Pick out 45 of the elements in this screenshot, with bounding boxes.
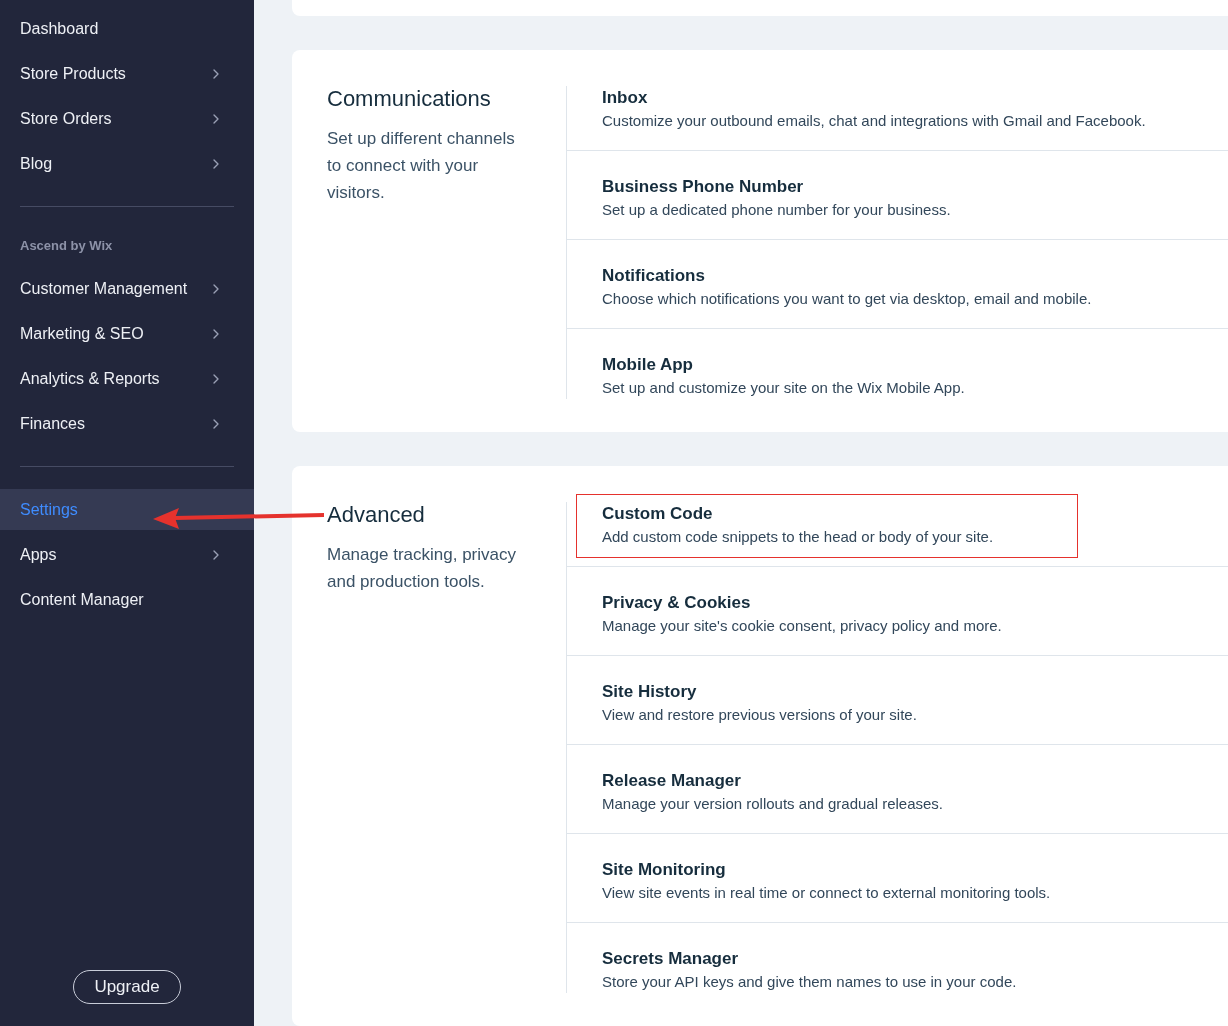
- sidebar-item[interactable]: Dashboard: [0, 8, 254, 49]
- sidebar-item[interactable]: Marketing & SEO: [0, 313, 254, 354]
- settings-row[interactable]: Site History View and restore previous versions of your site.: [567, 680, 1228, 726]
- settings-row[interactable]: Business Phone Number Set up a dedicated phone number for your business.: [567, 175, 1228, 221]
- row-title: Release Manager: [602, 770, 742, 792]
- row-description: Store your API keys and give them names to use in your code.: [602, 972, 1018, 992]
- row-description: View site events in real time or connect to external monitoring tools.: [602, 883, 1052, 903]
- row-title: Business Phone Number: [602, 176, 805, 198]
- row-title: Site Monitoring: [602, 859, 727, 881]
- row-description: Set up a dedicated phone number for your business.: [602, 200, 952, 220]
- settings-row[interactable]: Inbox Customize your outbound emails, chat and integrations with Gmail and Facebook.: [567, 86, 1228, 132]
- section-title: Advanced: [327, 502, 426, 528]
- sidebar-item[interactable]: Store Products: [0, 53, 254, 94]
- row-description: View and restore previous versions of your site.: [602, 705, 918, 725]
- row-description: Manage your version rollouts and gradual releases.: [602, 794, 945, 814]
- settings-row[interactable]: Privacy & Cookies Manage your site's cookie consent, privacy policy and more.: [567, 591, 1228, 637]
- section-description: Manage tracking, privacy and production tools.: [327, 544, 517, 593]
- settings-row[interactable]: Custom Code Add custom code snippets to the head or body of your site.: [567, 502, 1228, 548]
- row-title: Inbox: [602, 87, 649, 109]
- sidebar-item[interactable]: Blog: [0, 143, 254, 184]
- row-description: Choose which notifications you want to get via desktop, email and mobile.: [602, 289, 1093, 309]
- row-title: Privacy & Cookies: [602, 592, 752, 614]
- section-description: Set up different channels to connect with your visitors.: [327, 128, 516, 204]
- row-title: Custom Code: [602, 503, 714, 525]
- settings-row[interactable]: Mobile App Set up and customize your site on the Wix Mobile App.: [567, 353, 1228, 399]
- sidebar-item[interactable]: Customer Management: [0, 268, 254, 309]
- row-description: Add custom code snippets to the head or body of your site.: [602, 527, 995, 547]
- row-description: Set up and customize your site on the Wix Mobile App.: [602, 378, 966, 398]
- settings-row[interactable]: Secrets Manager Store your API keys and give them names to use in your code.: [567, 947, 1228, 993]
- sidebar-item[interactable]: Store Orders: [0, 98, 254, 139]
- row-title: Secrets Manager: [602, 948, 740, 970]
- settings-row[interactable]: Notifications Choose which notifications you want to get via desktop, email and mobile.: [567, 264, 1228, 310]
- sidebar-item[interactable]: Content Manager: [0, 579, 254, 620]
- sidebar-item[interactable]: Analytics & Reports: [0, 358, 254, 399]
- row-title: Site History: [602, 681, 698, 703]
- settings-row[interactable]: Release Manager Manage your version rollouts and gradual releases.: [567, 769, 1228, 815]
- sidebar-item[interactable]: Finances: [0, 403, 254, 444]
- sidebar-section-label: Ascend by Wix: [19, 238, 114, 254]
- section-title: Communications: [327, 86, 492, 112]
- sidebar-item[interactable]: Apps: [0, 534, 254, 575]
- row-title: Notifications: [602, 265, 706, 287]
- row-title: Mobile App: [602, 354, 694, 376]
- settings-row[interactable]: Site Monitoring View site events in real time or connect to external monitoring tools.: [567, 858, 1228, 904]
- row-description: Manage your site's cookie consent, privacy policy and more.: [602, 616, 1003, 636]
- row-description: Customize your outbound emails, chat and integrations with Gmail and Facebook.: [602, 111, 1147, 131]
